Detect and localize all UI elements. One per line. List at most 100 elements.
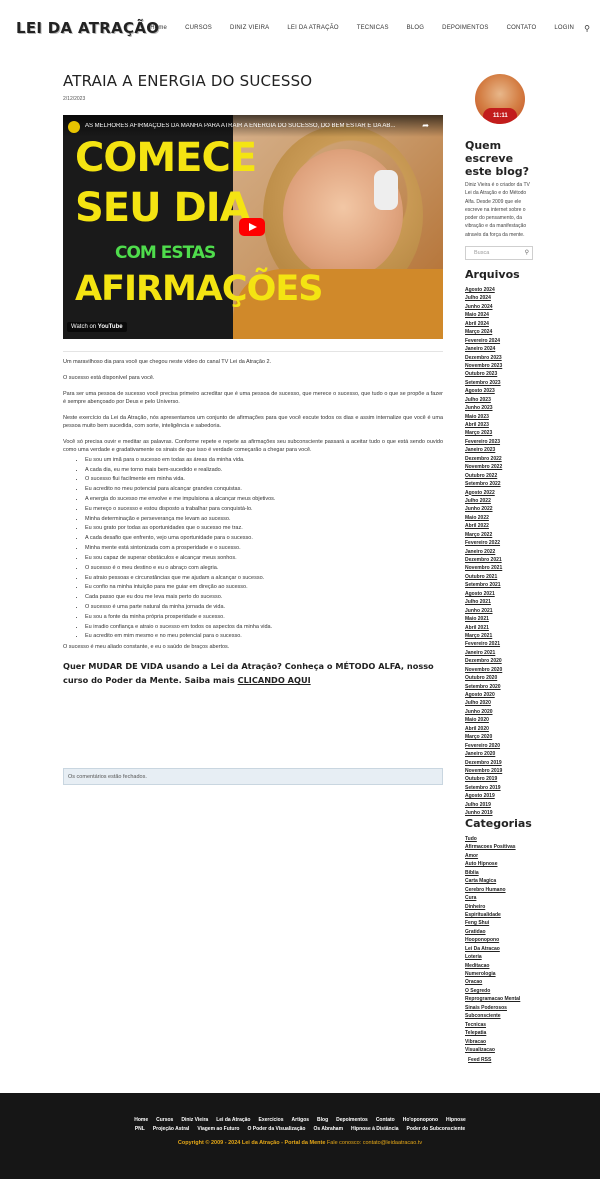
archive-link-junho-2020[interactable]: Junho 2020 [465,708,502,716]
archive-link-janeiro-2020[interactable]: Janeiro 2020 [465,750,502,758]
archive-link-agosto-2023[interactable]: Agosto 2023 [465,387,502,395]
archive-link-janeiro-2021[interactable]: Janeiro 2021 [465,649,502,657]
footer-link-hipnose[interactable]: Hipnose [446,1117,466,1123]
footer-link-diniz-vieira[interactable]: Diniz Vieira [181,1117,208,1123]
category-link-carta-magica[interactable]: Carta Magica [465,877,520,885]
footer-link-os-abraham[interactable]: Os Abraham [313,1126,343,1132]
archive-link-outubro-2021[interactable]: Outubro 2021 [465,573,502,581]
footer-link-poder-do-subconsciente[interactable]: Poder do Subconsciente [407,1126,466,1132]
archive-link-outubro-2020[interactable]: Outubro 2020 [465,674,502,682]
archive-link-novembro-2021[interactable]: Novembro 2021 [465,564,502,572]
archive-link-fevereiro-2024[interactable]: Fevereiro 2024 [465,337,502,345]
archive-link-novembro-2020[interactable]: Novembro 2020 [465,666,502,674]
nav-item-blog[interactable]: BLOG [407,25,424,31]
footer-link-blog[interactable]: Blog [317,1117,328,1123]
archive-link-junho-2023[interactable]: Junho 2023 [465,404,502,412]
archive-link-junho-2024[interactable]: Junho 2024 [465,303,502,311]
category-link-hooponopono[interactable]: Hooponopono [465,936,520,944]
category-link-o-segredo[interactable]: O Segredo [465,987,520,995]
archive-link-janeiro-2022[interactable]: Janeiro 2022 [465,548,502,556]
category-link-amor[interactable]: Amor [465,852,520,860]
archive-link-junho-2022[interactable]: Junho 2022 [465,505,502,513]
archive-link-agosto-2020[interactable]: Agosto 2020 [465,691,502,699]
archive-link-outubro-2019[interactable]: Outubro 2019 [465,775,502,783]
archive-link-outubro-2022[interactable]: Outubro 2022 [465,472,502,480]
archive-link-fevereiro-2020[interactable]: Fevereiro 2020 [465,742,502,750]
footer-link-pnl[interactable]: PNL [135,1126,145,1132]
archive-link-dezembro-2020[interactable]: Dezembro 2020 [465,657,502,665]
archive-link-maio-2023[interactable]: Maio 2023 [465,413,502,421]
category-link-auto-hipnose[interactable]: Auto Hipnose [465,860,520,868]
category-link-gratidao[interactable]: Gratidao [465,928,520,936]
channel-avatar-icon[interactable] [68,121,80,133]
archive-link-novembro-2019[interactable]: Novembro 2019 [465,767,502,775]
category-link-cura[interactable]: Cura [465,894,520,902]
footer-link-projecao-astral[interactable]: Projeção Astral [153,1126,190,1132]
archive-link-abril-2024[interactable]: Abril 2024 [465,320,502,328]
archive-link-abril-2020[interactable]: Abril 2020 [465,725,502,733]
category-link-oracao[interactable]: Oracao [465,978,520,986]
footer-link-ho-oponopono[interactable]: Ho'oponopono [403,1117,438,1123]
sidebar-search-input[interactable]: Busca ⚲ [465,246,533,260]
search-icon[interactable]: ⚲ [584,24,590,33]
archive-link-marco-2022[interactable]: Março 2022 [465,531,502,539]
archive-link-maio-2021[interactable]: Maio 2021 [465,615,502,623]
category-link-afirmacoes-positivas[interactable]: Afirmacoes Positivas [465,843,520,851]
footer-link-lei-da-atracao[interactable]: Lei da Atração [216,1117,250,1123]
archive-link-abril-2021[interactable]: Abril 2021 [465,624,502,632]
archive-link-setembro-2019[interactable]: Setembro 2019 [465,784,502,792]
footer-link-artigos[interactable]: Artigos [292,1117,310,1123]
video-title[interactable]: AS MELHORES AFIRMAÇÕES DA MANHÃ PARA ATR… [85,123,415,129]
category-link-reprogramacao-mental[interactable]: Reprogramacao Mental [465,995,520,1003]
cta-link[interactable]: CLICANDO AQUI [238,675,311,685]
footer-link-cursos[interactable]: Cursos [156,1117,173,1123]
category-link-dinheiro[interactable]: Dinheiro [465,903,520,911]
category-link-espiritualidade[interactable]: Espiritualidade [465,911,520,919]
nav-item-lei-da-atracao[interactable]: LEI DA ATRAÇÃO [287,25,338,31]
search-icon[interactable]: ⚲ [525,249,529,256]
archive-link-outubro-2023[interactable]: Outubro 2023 [465,370,502,378]
category-link-visualizacao[interactable]: Visualizacao [465,1046,520,1054]
archive-link-dezembro-2022[interactable]: Dezembro 2022 [465,455,502,463]
category-link-biblia[interactable]: Bíblia [465,869,520,877]
footer-link-contato[interactable]: Contato [376,1117,395,1123]
category-link-vibracao[interactable]: Vibracao [465,1038,520,1046]
nav-item-login[interactable]: LOGIN [554,25,574,31]
footer-link-exercicios[interactable]: Exercícios [259,1117,284,1123]
archive-link-setembro-2023[interactable]: Setembro 2023 [465,379,502,387]
archive-link-julho-2023[interactable]: Julho 2023 [465,396,502,404]
archive-link-marco-2024[interactable]: Março 2024 [465,328,502,336]
archive-link-abril-2022[interactable]: Abril 2022 [465,522,502,530]
archive-link-marco-2020[interactable]: Março 2020 [465,733,502,741]
category-link-cerebro-humano[interactable]: Cerebro Humano [465,886,520,894]
archive-link-maio-2020[interactable]: Maio 2020 [465,716,502,724]
archive-link-agosto-2021[interactable]: Agosto 2021 [465,590,502,598]
watch-on-youtube-button[interactable]: Watch on YouTube [67,322,127,332]
category-link-meditacao[interactable]: Meditacao [465,962,520,970]
category-link-feng-shui[interactable]: Feng Shui [465,919,520,927]
archive-link-novembro-2022[interactable]: Novembro 2022 [465,463,502,471]
archive-link-janeiro-2024[interactable]: Janeiro 2024 [465,345,502,353]
category-link-telepatia[interactable]: Telepatia [465,1029,520,1037]
archive-link-marco-2023[interactable]: Março 2023 [465,429,502,437]
play-button-icon[interactable] [239,218,265,236]
nav-item-depoimentos[interactable]: DEPOIMENTOS [442,25,488,31]
nav-item-tecnicas[interactable]: TECNICAS [357,25,389,31]
feed-rss-link[interactable]: Feed RSS [468,1057,491,1063]
nav-item-home[interactable]: Home [150,25,167,31]
archive-link-maio-2024[interactable]: Maio 2024 [465,311,502,319]
archive-link-dezembro-2019[interactable]: Dezembro 2019 [465,759,502,767]
archive-link-julho-2021[interactable]: Julho 2021 [465,598,502,606]
category-link-numerologia[interactable]: Numerologia [465,970,520,978]
archive-link-setembro-2022[interactable]: Setembro 2022 [465,480,502,488]
footer-link-o-poder-da-visualizacao[interactable]: O Poder da Visualização [247,1126,305,1132]
archive-link-fevereiro-2022[interactable]: Fevereiro 2022 [465,539,502,547]
nav-item-contato[interactable]: CONTATO [507,25,537,31]
archive-link-dezembro-2023[interactable]: Dezembro 2023 [465,354,502,362]
archive-link-setembro-2021[interactable]: Setembro 2021 [465,581,502,589]
category-link-loteria[interactable]: Loteria [465,953,520,961]
archive-link-fevereiro-2021[interactable]: Fevereiro 2021 [465,640,502,648]
archive-link-fevereiro-2023[interactable]: Fevereiro 2023 [465,438,502,446]
footer-link-depoimentos[interactable]: Depoimentos [336,1117,368,1123]
archive-link-maio-2022[interactable]: Maio 2022 [465,514,502,522]
